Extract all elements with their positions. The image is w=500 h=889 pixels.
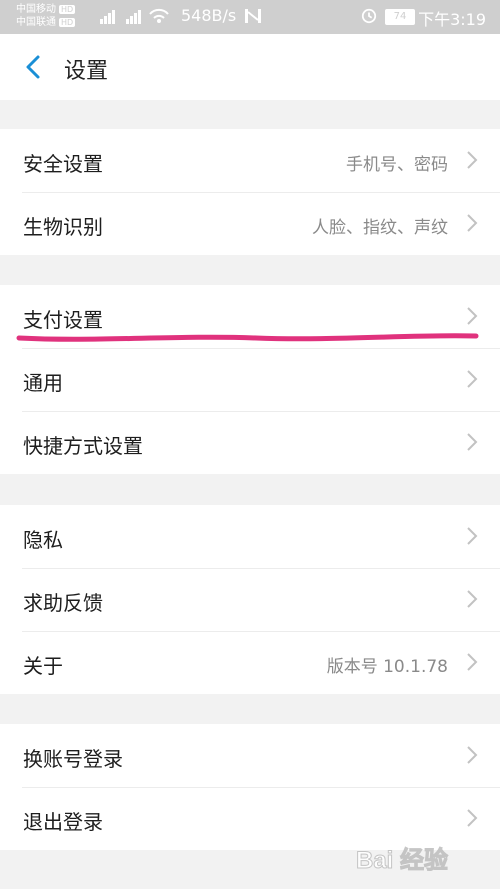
settings-row-feedback[interactable]: 求助反馈	[0, 568, 500, 631]
chevron-right-icon	[467, 809, 478, 827]
settings-row-privacy[interactable]: 隐私	[0, 505, 500, 568]
chevron-right-icon	[467, 370, 478, 388]
chevron-right-icon	[467, 214, 478, 232]
nfc-icon	[245, 9, 261, 23]
carrier-info: 中国移动 HD 中国联通 HD	[16, 3, 76, 29]
header: 设置	[0, 34, 500, 100]
signal-1-icon	[100, 10, 115, 24]
row-label: 快捷方式设置	[23, 434, 143, 458]
clock: 下午3:19	[418, 10, 486, 29]
row-label: 通用	[23, 371, 63, 395]
carrier-1: 中国移动	[16, 4, 56, 15]
hd-badge: HD	[59, 18, 76, 27]
settings-group-1: 安全设置 手机号、密码 生物识别 人脸、指纹、声纹	[0, 129, 500, 255]
settings-group-2: 支付设置 通用 快捷方式设置	[0, 285, 500, 474]
settings-row-shortcuts[interactable]: 快捷方式设置	[0, 411, 500, 474]
battery-indicator: 74	[385, 9, 415, 25]
signal-2-icon	[126, 10, 141, 24]
status-bar: 中国移动 HD 中国联通 HD 548B/s 74 下午3:19	[0, 0, 500, 34]
row-value: 版本号 10.1.78	[326, 657, 448, 677]
alarm-icon	[361, 8, 377, 24]
row-label: 换账号登录	[23, 747, 123, 771]
chevron-right-icon	[467, 307, 478, 325]
settings-group-4: 换账号登录 退出登录	[0, 724, 500, 850]
hd-badge: HD	[59, 5, 76, 14]
row-label: 求助反馈	[23, 591, 103, 615]
settings-row-about[interactable]: 关于 版本号 10.1.78	[0, 631, 500, 694]
chevron-right-icon	[467, 653, 478, 671]
wifi-icon	[149, 8, 169, 23]
page-title: 设置	[64, 59, 109, 84]
row-label: 安全设置	[23, 152, 103, 176]
chevron-right-icon	[467, 590, 478, 608]
row-value: 人脸、指纹、声纹	[312, 218, 448, 238]
baidu-jingyan-watermark: Bai 经验	[356, 846, 449, 875]
settings-row-biometrics[interactable]: 生物识别 人脸、指纹、声纹	[0, 192, 500, 255]
carrier-2: 中国联通	[16, 17, 56, 28]
chevron-right-icon	[467, 527, 478, 545]
row-label: 关于	[23, 654, 63, 678]
chevron-right-icon	[467, 746, 478, 764]
row-label: 生物识别	[23, 215, 103, 239]
settings-group-3: 隐私 求助反馈 关于 版本号 10.1.78	[0, 505, 500, 694]
net-speed: 548B/s	[181, 6, 237, 25]
back-arrow-icon[interactable]	[20, 52, 50, 82]
settings-row-switch-account[interactable]: 换账号登录	[0, 724, 500, 787]
chevron-right-icon	[467, 151, 478, 169]
settings-row-general[interactable]: 通用	[0, 348, 500, 411]
row-value: 手机号、密码	[346, 155, 448, 175]
settings-row-security[interactable]: 安全设置 手机号、密码	[0, 129, 500, 192]
row-label: 隐私	[23, 528, 63, 552]
watermark-text: Bai 经验	[356, 846, 448, 874]
highlight-underline	[16, 333, 479, 342]
row-label: 退出登录	[23, 810, 103, 834]
chevron-right-icon	[467, 433, 478, 451]
